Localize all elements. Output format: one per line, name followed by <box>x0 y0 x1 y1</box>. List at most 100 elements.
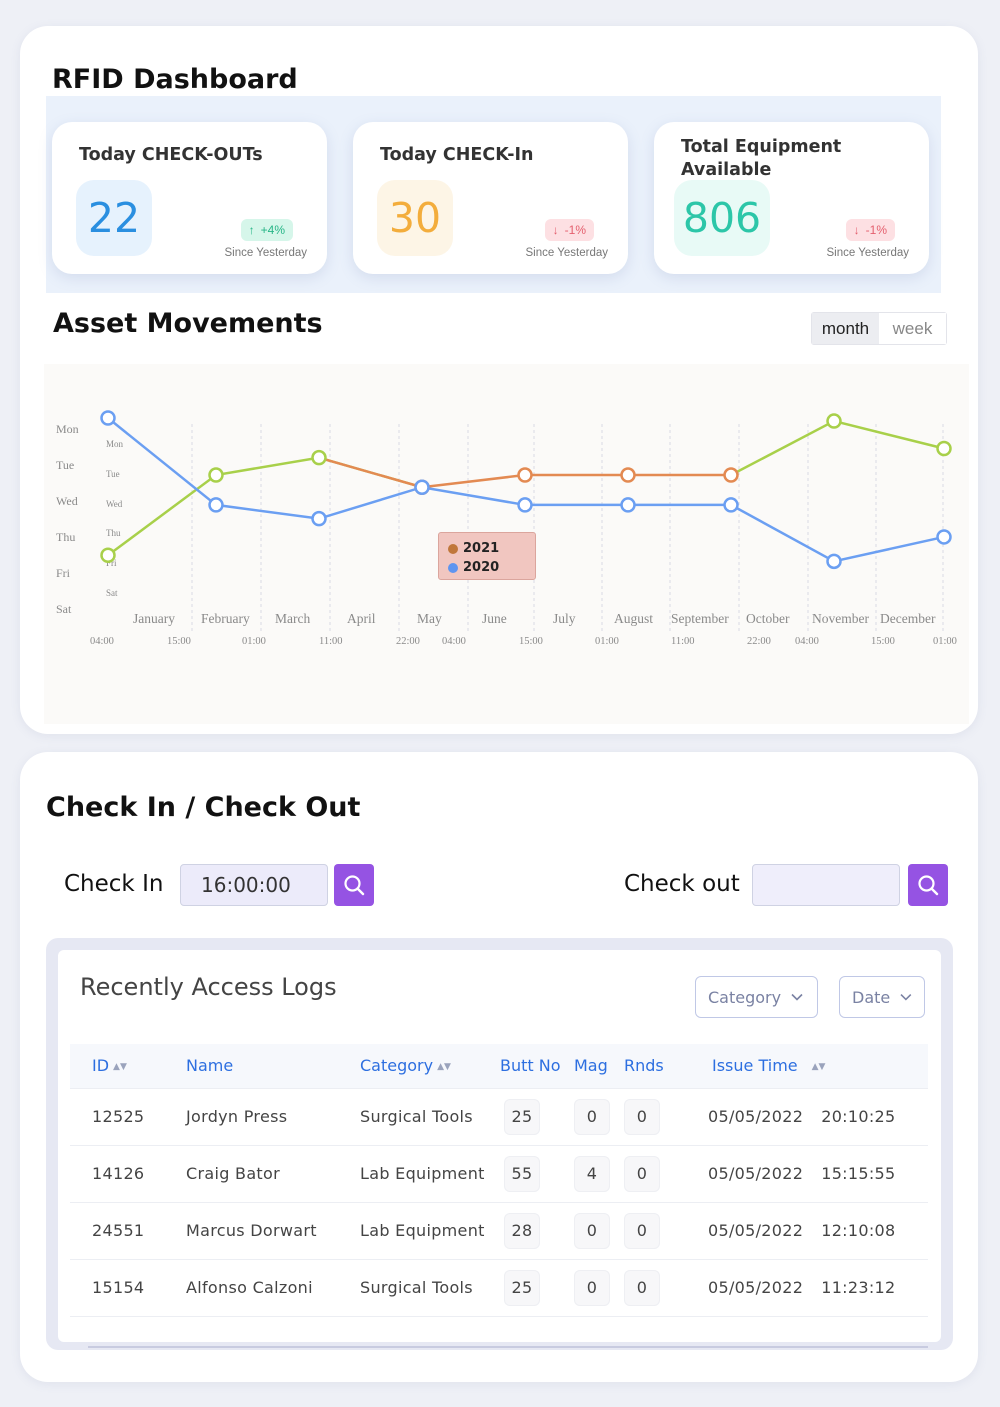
series-2020-point <box>936 529 952 545</box>
cell-issue-date: 05/05/2022 <box>708 1278 804 1297</box>
cell-issue-date: 05/05/2022 <box>708 1164 804 1183</box>
cell-mag: 0 <box>574 1098 610 1135</box>
x-tick-label: February <box>201 611 250 626</box>
x-tick-label: January <box>133 611 175 626</box>
cell-name: Craig Bator <box>164 1145 360 1203</box>
series-2020-point <box>517 497 533 513</box>
cell-category: Lab Equipment <box>360 1202 500 1260</box>
cell-issue-date: 05/05/2022 <box>708 1221 804 1240</box>
cell-mag: 0 <box>574 1212 610 1249</box>
series-2020-point <box>826 553 842 570</box>
cell-name: Alfonso Calzoni <box>164 1259 360 1317</box>
table-row[interactable]: 15154 Alfonso Calzoni Surgical Tools 25 … <box>70 1259 928 1317</box>
cell-butt-no: 28 <box>504 1212 540 1249</box>
x-tick-label: June <box>482 611 507 626</box>
y-tick-label: Wed <box>56 494 78 508</box>
cell-butt-no: 55 <box>504 1155 540 1192</box>
cell-issue-time: 20:10:25 <box>821 1107 896 1126</box>
col-label: Rnds <box>624 1056 664 1076</box>
x-tick-label: December <box>880 611 936 626</box>
time-tick-label: 01:00 <box>242 636 266 647</box>
chart-tooltip: 2021 2020 <box>438 532 536 580</box>
col-butt-no: Butt No <box>500 1044 574 1089</box>
series-2021-point <box>517 467 533 483</box>
cell-mag: 0 <box>574 1269 610 1306</box>
time-tick-label: 04:00 <box>795 636 819 647</box>
x-tick-label: April <box>347 611 376 626</box>
table-row[interactable]: 12525 Jordyn Press Surgical Tools 25 0 0… <box>70 1088 928 1146</box>
dashboard-card: RFID Dashboard Today CHECK-OUTs 22 ↑ +4%… <box>20 26 978 734</box>
tooltip-item: 2020 <box>448 558 526 577</box>
table-row[interactable]: 24551 Marcus Dorwart Lab Equipment 28 0 … <box>70 1202 928 1260</box>
x-tick-label: August <box>614 611 653 626</box>
cell-mag: 4 <box>574 1155 610 1192</box>
sort-icon: ▲▼ <box>113 1061 127 1072</box>
category-filter-button[interactable]: Category <box>695 976 818 1018</box>
y-inner-tick-label: Tue <box>106 469 120 479</box>
x-tick-label: July <box>553 611 576 626</box>
check-out-input[interactable] <box>752 864 900 906</box>
time-tick-label: 15:00 <box>871 636 895 647</box>
cell-issue-time: 15:15:55 <box>821 1164 896 1183</box>
y-tick-label: Thu <box>56 530 75 544</box>
cell-issue-date: 05/05/2022 <box>708 1107 804 1126</box>
date-filter-button[interactable]: Date <box>839 976 925 1018</box>
cell-category: Lab Equipment <box>360 1145 500 1203</box>
time-tick-label: 11:00 <box>319 636 343 647</box>
filter-label: Category <box>708 987 782 1007</box>
col-issue-time[interactable]: Issue Time ▲▼ <box>698 1044 928 1089</box>
checkinout-card: Check In / Check Out Check In Check out … <box>20 752 978 1382</box>
cell-rnds: 0 <box>624 1269 660 1306</box>
cell-rnds: 0 <box>624 1212 660 1249</box>
asset-movements-chart: MonTueWedThuFriSatMonTueWedThuFriSatJanu… <box>56 410 957 647</box>
time-tick-label: 01:00 <box>595 636 619 647</box>
check-in-input[interactable] <box>180 864 328 906</box>
filter-label: Date <box>852 987 891 1007</box>
col-mag: Mag <box>574 1044 624 1089</box>
tooltip-label: 2021 <box>463 541 500 556</box>
col-rnds: Rnds <box>624 1044 698 1089</box>
legend-dot-2020 <box>448 562 458 573</box>
y-tick-label: Mon <box>56 422 79 436</box>
series-2021-point <box>311 449 327 466</box>
col-label: Butt No <box>500 1056 561 1076</box>
y-tick-label: Sat <box>56 602 72 616</box>
table-scroll-bar[interactable] <box>88 1346 928 1348</box>
check-in-label: Check In <box>64 871 164 897</box>
access-logs-card: Recently Access Logs Category Date ID ▲▼ … <box>58 950 941 1348</box>
sort-icon: ▲▼ <box>811 1061 826 1072</box>
series-2021-line <box>730 419 945 477</box>
cell-issue-time: 11:23:12 <box>821 1278 896 1297</box>
check-out-search-button[interactable] <box>908 864 948 906</box>
series-2020-point <box>311 510 327 527</box>
chevron-down-icon <box>791 993 803 1001</box>
section-title-checkinout: Check In / Check Out <box>46 792 361 823</box>
time-tick-label: 22:00 <box>747 636 771 647</box>
check-in-search-button[interactable] <box>334 864 374 906</box>
y-tick-label: Fri <box>56 566 71 580</box>
col-label: Issue Time <box>712 1056 798 1076</box>
access-logs-panel: Recently Access Logs Category Date ID ▲▼ … <box>46 938 953 1350</box>
col-label: Mag <box>574 1056 608 1076</box>
col-category[interactable]: Category ▲▼ <box>360 1044 500 1089</box>
search-icon <box>918 875 939 896</box>
table-row[interactable]: 14126 Craig Bator Lab Equipment 55 4 0 0… <box>70 1145 928 1203</box>
col-label: Name <box>186 1056 234 1076</box>
time-tick-label: 04:00 <box>442 636 466 647</box>
x-tick-label: November <box>812 611 869 626</box>
y-inner-tick-label: Thu <box>106 528 121 538</box>
x-tick-label: September <box>671 611 729 626</box>
series-2020-point <box>723 497 739 513</box>
time-tick-label: 01:00 <box>933 636 957 647</box>
logs-title: Recently Access Logs <box>80 973 337 1001</box>
cell-rnds: 0 <box>624 1098 660 1135</box>
series-2021-point <box>936 440 952 457</box>
series-2021-point <box>826 413 842 429</box>
tooltip-label: 2020 <box>463 560 500 575</box>
time-tick-label: 11:00 <box>671 636 695 647</box>
series-2020-point <box>208 497 224 513</box>
col-id[interactable]: ID ▲▼ <box>70 1044 164 1089</box>
series-2020-point <box>620 497 636 513</box>
table-header-row: ID ▲▼ Name Category ▲▼ Butt No Mag Rnds Is… <box>70 1044 928 1089</box>
cell-butt-no: 25 <box>504 1098 540 1135</box>
